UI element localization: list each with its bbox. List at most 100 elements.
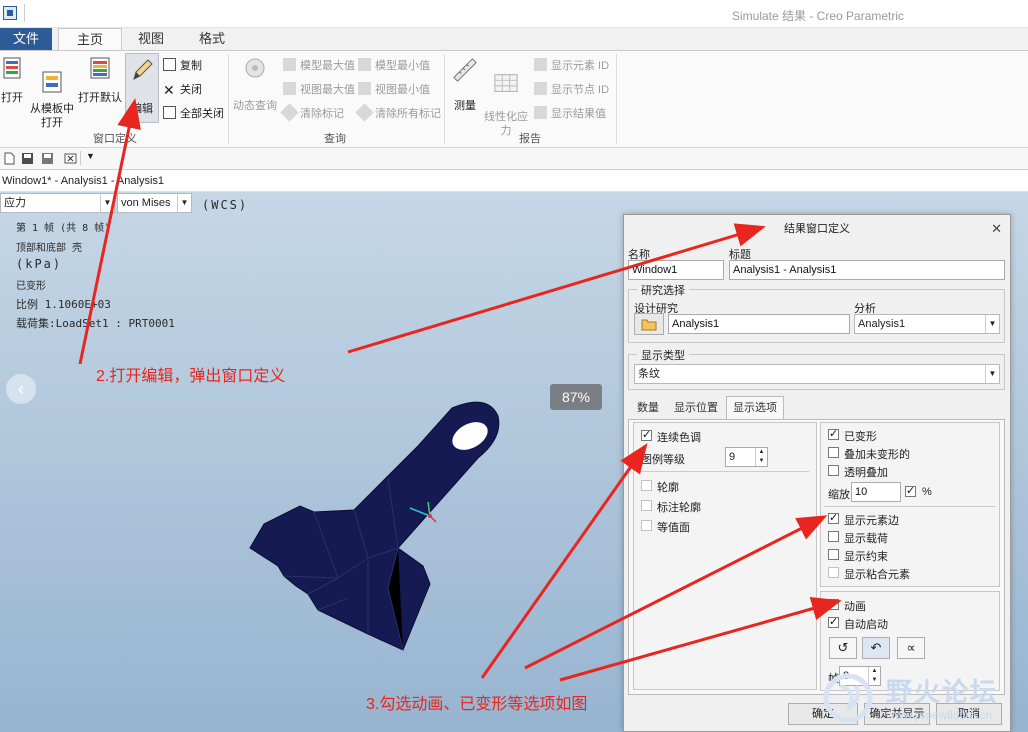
app-icon[interactable]: [3, 6, 17, 20]
show-element-id-button[interactable]: 显示元素 ID: [534, 57, 609, 73]
close-window-icon[interactable]: [64, 152, 77, 165]
study-selection-title: 研究选择: [637, 282, 689, 298]
close-label: 关闭: [180, 84, 202, 96]
clear-marks-button[interactable]: 清除标记: [280, 103, 344, 122]
divider: [824, 506, 996, 507]
show-bonded-elements-checkbox[interactable]: [828, 567, 839, 578]
close-all-icon: [163, 106, 176, 119]
close-icon[interactable]: ✕: [991, 221, 1002, 237]
watermark-text: 野火论坛: [886, 677, 999, 707]
show-constraints-checkbox[interactable]: [828, 549, 839, 560]
overlay-undeformed-checkbox[interactable]: [828, 447, 839, 458]
auto-start-label: 自动启动: [844, 619, 888, 631]
display-type-select[interactable]: 条纹 ▼: [634, 364, 1000, 384]
model-max-button[interactable]: 模型最大值: [283, 57, 355, 73]
group-separator: [444, 54, 445, 144]
tab-display-options[interactable]: 显示选项: [726, 396, 784, 420]
show-result-value-button[interactable]: 显示结果值: [534, 105, 606, 121]
close-x-icon: ✕: [163, 82, 175, 98]
clear-marks-label: 清除标记: [300, 108, 344, 120]
fem-model[interactable]: [248, 398, 508, 652]
tab-format[interactable]: 格式: [182, 28, 242, 50]
analysis-select[interactable]: Analysis1 ▼: [854, 314, 1000, 334]
tab-display-location[interactable]: 显示位置: [668, 397, 724, 419]
clear-all-marks-button[interactable]: 清除所有标记: [355, 103, 441, 122]
show-element-edges-label: 显示元素边: [844, 515, 899, 527]
dynamic-query-button[interactable]: 动态查询: [232, 56, 278, 113]
tab-quantity[interactable]: 数量: [630, 397, 666, 419]
edit-label: 编辑: [131, 103, 153, 115]
previous-arrow-button[interactable]: ‹: [6, 374, 36, 404]
deformed-label: 已变形: [844, 431, 877, 443]
animate-label: 动画: [844, 601, 866, 613]
play-reverse-button[interactable]: ↶: [862, 637, 890, 659]
legend-units: (kPa): [16, 257, 63, 271]
open-button[interactable]: 打开: [0, 56, 24, 105]
measure-label: 测量: [454, 100, 476, 112]
new-file-icon[interactable]: [3, 152, 16, 165]
legend-levels-stepper[interactable]: 9 ▲ ▼: [725, 447, 768, 467]
save-copy-icon[interactable]: [41, 152, 54, 165]
toolbar-separator: [80, 151, 81, 165]
watermark-logo-icon: [823, 673, 873, 723]
legend-frame-info: 第 1 帧 (共 8 帧): [16, 223, 111, 234]
design-study-field[interactable]: Analysis1: [668, 314, 850, 334]
file-tab[interactable]: 文件: [0, 28, 52, 50]
dialog-title: 结果窗口定义: [624, 215, 1010, 243]
continuous-tone-label: 连续色调: [657, 432, 701, 444]
eraser-icon: [280, 103, 299, 122]
open-folder-button[interactable]: [634, 313, 664, 335]
result-value-icon: [534, 106, 547, 119]
view-min-label: 视图最小值: [375, 84, 430, 96]
result-window-definition-dialog: 结果窗口定义 ✕ 名称 标题 Window1 Analysis1 - Analy…: [623, 214, 1011, 732]
label-contour-checkbox[interactable]: [641, 500, 652, 511]
quantity-select[interactable]: 应力 ▼: [0, 193, 115, 213]
open-default-button[interactable]: 打开默认: [78, 56, 122, 105]
display-type-value: 条纹: [638, 368, 660, 380]
tab-view[interactable]: 视图: [124, 28, 178, 50]
group-label-window-def: 窗口定义: [93, 133, 137, 145]
view-max-button[interactable]: 视图最大值: [283, 81, 355, 97]
model-min-button[interactable]: 模型最小值: [358, 57, 430, 73]
element-id-icon: [534, 58, 547, 71]
transparent-overlay-checkbox[interactable]: [828, 465, 839, 476]
percent-label: %: [922, 486, 932, 498]
dynamic-query-label: 动态查询: [233, 100, 277, 112]
show-element-edges-checkbox[interactable]: [828, 511, 839, 524]
animate-checkbox[interactable]: [828, 597, 839, 610]
title-separator: [24, 4, 25, 22]
save-icon[interactable]: [21, 152, 34, 165]
contour-checkbox[interactable]: [641, 480, 652, 491]
title-field[interactable]: Analysis1 - Analysis1: [729, 260, 1005, 280]
scale-label: 缩放: [828, 489, 850, 501]
scale-field[interactable]: 10: [851, 482, 901, 502]
play-once-button[interactable]: ↺: [829, 637, 857, 659]
auto-start-checkbox[interactable]: [828, 615, 839, 628]
isosurface-checkbox[interactable]: [641, 520, 652, 531]
tab-home[interactable]: 主页: [58, 28, 122, 51]
component-select[interactable]: von Mises ▼: [117, 193, 192, 213]
measure-button[interactable]: 测量: [448, 56, 482, 113]
show-node-id-button[interactable]: 显示节点 ID: [534, 81, 609, 97]
continuous-tone-checkbox[interactable]: [641, 428, 652, 441]
legend-levels-label: 图例等级: [641, 454, 685, 466]
view-max-icon: [283, 82, 296, 95]
view-min-button[interactable]: 视图最小值: [358, 81, 430, 97]
copy-label: 复制: [180, 60, 202, 72]
scale-percent-checkbox[interactable]: [905, 484, 916, 497]
show-loads-checkbox[interactable]: [828, 531, 839, 542]
customize-dropdown-icon[interactable]: ▼: [86, 151, 95, 161]
table-open-icon: [3, 57, 21, 79]
close-button[interactable]: ✕ 关闭: [163, 81, 202, 97]
edit-button[interactable]: 编辑: [125, 53, 159, 123]
name-field[interactable]: Window1: [628, 260, 724, 280]
watermark-url: www.proewildfire.cn: [886, 708, 993, 722]
deformed-checkbox[interactable]: [828, 427, 839, 440]
legend-deformed: 已变形: [16, 281, 46, 292]
group-label-query: 查询: [324, 133, 346, 145]
group-separator: [616, 54, 617, 144]
play-loop-button[interactable]: ∝: [897, 637, 925, 659]
copy-button[interactable]: 复制: [163, 57, 202, 73]
close-all-label: 全部关闭: [180, 108, 224, 120]
close-all-button[interactable]: 全部关闭: [163, 105, 224, 121]
